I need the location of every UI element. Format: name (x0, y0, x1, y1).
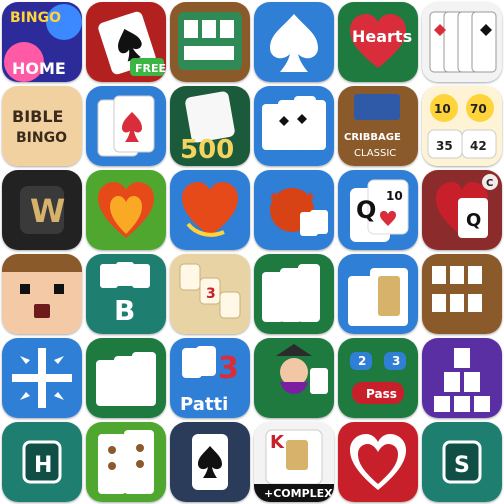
dark-spade-card-app-icon[interactable] (170, 422, 250, 502)
cribbage-classic-app-icon[interactable]: CRIBBAGE CLASSIC (338, 86, 418, 166)
c-badge: C (486, 178, 493, 189)
number-3: 3 (392, 354, 400, 368)
number-70: 70 (470, 102, 487, 116)
three-numeral: 3 (218, 351, 239, 386)
seven-cards-app-icon[interactable] (86, 86, 166, 166)
spades-s-app-icon[interactable]: S (422, 422, 502, 502)
cribbage-text: CRIBBAGE (344, 132, 401, 143)
witch-solitaire-app-icon[interactable] (254, 338, 334, 418)
hearts-label: Hearts (352, 27, 412, 46)
queen-hearts-app-icon[interactable]: Q 10 (338, 170, 418, 250)
belote-b-app-icon[interactable]: B (86, 254, 166, 334)
heart-spin-app-icon[interactable] (170, 170, 250, 250)
queen-letter: Q (356, 196, 376, 224)
home-text: HOME (12, 59, 66, 78)
tile-3: 3 (206, 286, 216, 302)
number-10: 10 (434, 102, 451, 116)
bingo-home-app-icon[interactable]: BINGO HOME (2, 2, 82, 82)
rummy-tiles-app-icon[interactable]: 3 (170, 254, 250, 334)
app-icon-grid: BINGO HOME FREE Hearts BIBLE BINGO 500 C… (0, 0, 504, 504)
number-2: 2 (358, 354, 366, 368)
purple-pyramid-app-icon[interactable] (422, 338, 502, 418)
s-letter: S (454, 453, 470, 478)
spades-cards-app-icon[interactable] (254, 86, 334, 166)
w-letter: W (30, 192, 65, 230)
queen-spades-app-icon[interactable]: Q C (422, 170, 502, 250)
free-label: FREE (135, 62, 166, 75)
bingo-text: BINGO (16, 130, 67, 146)
jack-cards-app-icon[interactable] (338, 254, 418, 334)
card-fan-app-icon[interactable] (422, 2, 502, 82)
number-35: 35 (436, 139, 453, 153)
blue-cross-app-icon[interactable] (2, 338, 82, 418)
green-cards-app-icon[interactable] (254, 254, 334, 334)
king-complex-app-icon[interactable]: K +COMPLEX (254, 422, 334, 502)
big-heart-app-icon[interactable] (338, 422, 418, 502)
pass-game-app-icon[interactable]: 2 3 Pass (338, 338, 418, 418)
h-letter: H (34, 453, 52, 478)
green-table-cards-app-icon[interactable] (86, 338, 166, 418)
complex-label: +COMPLEX (264, 487, 333, 500)
number-42: 42 (470, 139, 487, 153)
spades-free-app-icon[interactable]: FREE (86, 2, 166, 82)
blocky-face-app-icon[interactable] (2, 254, 82, 334)
heart-flame-app-icon[interactable] (86, 170, 166, 250)
wood-solitaire-app-icon[interactable] (422, 254, 502, 334)
patti-text: Patti (180, 394, 228, 415)
ten-label: 10 (386, 189, 403, 203)
b-letter: B (114, 294, 135, 327)
500-text: 500 (180, 135, 234, 165)
bingo-text: BINGO (10, 10, 61, 26)
hearts-h-app-icon[interactable]: H (2, 422, 82, 502)
dots-cards-app-icon[interactable] (86, 422, 166, 502)
pass-label: Pass (366, 387, 397, 401)
classic-text: CLASSIC (354, 148, 396, 159)
hearts-app-icon[interactable]: Hearts (338, 2, 418, 82)
bible-bingo-app-icon[interactable]: BIBLE BINGO (2, 86, 82, 166)
bible-text: BIBLE (12, 107, 63, 126)
bingo-balls-app-icon[interactable]: 10 70 35 42 (422, 86, 502, 166)
devil-cards-app-icon[interactable] (254, 170, 334, 250)
spade-app-icon[interactable] (254, 2, 334, 82)
teen-patti-app-icon[interactable]: 3 Patti (170, 338, 250, 418)
500-cards-app-icon[interactable]: 500 (170, 86, 250, 166)
solitaire-table-app-icon[interactable] (170, 2, 250, 82)
words-w-app-icon[interactable]: W (2, 170, 82, 250)
king-letter: K (270, 432, 285, 453)
queen-letter: Q (466, 210, 481, 231)
